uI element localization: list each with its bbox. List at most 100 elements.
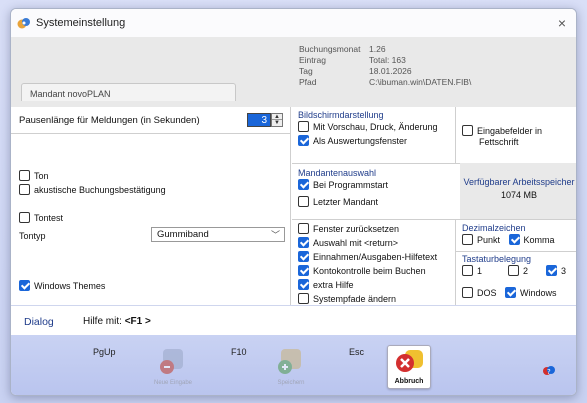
extra-hilfe-label: extra Hilfe: [313, 280, 354, 290]
tontest-label: Tontest: [34, 213, 64, 223]
windows-checkbox[interactable]: Windows: [505, 287, 557, 298]
vorschau-label: Mit Vorschau, Druck, Änderung: [313, 122, 438, 132]
komma-label: Komma: [523, 235, 555, 245]
einnahmen-checkbox[interactable]: Einnahmen/Ausgaben-Hilfetext: [298, 250, 437, 264]
ton-checkbox[interactable]: Ton: [19, 169, 49, 183]
checkbox-checked-icon[interactable]: [505, 287, 517, 298]
chevron-down-icon[interactable]: ﹀: [271, 228, 280, 241]
neue-eingabe-button[interactable]: Neue Eingabe: [151, 345, 195, 389]
auswertung-label: Als Auswertungsfenster: [313, 136, 408, 146]
checkbox-checked-icon[interactable]: [298, 237, 309, 248]
checkbox-checked-icon[interactable]: [298, 279, 309, 290]
help-icon[interactable]: ?: [542, 363, 556, 377]
dos-checkbox[interactable]: DOS: [462, 287, 497, 298]
auswertung-checkbox[interactable]: Als Auswertungsfenster: [298, 134, 438, 148]
programmstart-checkbox[interactable]: Bei Programmstart: [298, 178, 388, 192]
checkbox-icon[interactable]: [298, 196, 309, 207]
checkbox-icon[interactable]: [298, 223, 309, 234]
dezimal-group: Dezimalzeichen Punkt Komma: [462, 223, 555, 247]
tastatur-2-label: 2: [523, 266, 529, 276]
pause-stepper[interactable]: 3 ▲ ▼: [247, 113, 283, 127]
checkbox-icon[interactable]: [19, 170, 30, 181]
eintrag-label: Eintrag: [299, 55, 326, 65]
tastatur-1-label: 1: [477, 266, 483, 276]
letzter-checkbox[interactable]: Letzter Mandant: [298, 195, 388, 209]
tontyp-select[interactable]: Gummiband ﹀: [151, 227, 285, 242]
buchungsmonat-label: Buchungsmonat: [299, 44, 361, 54]
tag-value: 18.01.2026: [369, 66, 412, 76]
checkbox-checked-icon[interactable]: [508, 234, 520, 245]
tastatur-1-checkbox[interactable]: 1: [462, 264, 482, 278]
windows-themes-checkbox[interactable]: Windows Themes: [19, 279, 105, 293]
checkbox-checked-icon[interactable]: [298, 179, 309, 190]
checkbox-icon[interactable]: [462, 125, 473, 136]
info-panel: Buchungsmonat 1.26 Eintrag Total: 163 Tag 1…: [299, 44, 471, 88]
auswahl-label: Auswahl mit <return>: [313, 238, 399, 248]
hdivider-3: [456, 251, 576, 252]
status-bar: Dialog Hilfe mit: <F1 >: [11, 305, 576, 335]
dos-label: DOS: [477, 288, 497, 298]
checkbox-icon[interactable]: [298, 121, 309, 132]
right-vdivider: [455, 107, 456, 163]
bildschirm-group: Bildschirmdarstellung Mit Vorschau, Druc…: [298, 110, 438, 148]
right-panel: Bildschirmdarstellung Mit Vorschau, Druc…: [292, 107, 576, 306]
checkbox-checked-icon[interactable]: [298, 135, 309, 146]
systempfade-checkbox[interactable]: Systempfade ändern: [298, 292, 437, 306]
windows-themes-label: Windows Themes: [34, 281, 106, 291]
checkbox-icon[interactable]: [462, 265, 473, 276]
punkt-checkbox[interactable]: Punkt: [462, 234, 500, 245]
speichern-label: Speichern: [277, 380, 305, 386]
programmstart-label: Bei Programmstart: [313, 180, 389, 190]
checkbox-icon[interactable]: [508, 265, 519, 276]
checkbox-checked-icon[interactable]: [298, 251, 309, 262]
akustische-checkbox[interactable]: akustische Buchungsbestätigung: [19, 183, 166, 197]
abbruch-button[interactable]: Abbruch: [387, 345, 431, 389]
hilfe-prefix: Hilfe mit:: [83, 316, 122, 327]
speichern-button[interactable]: Speichern: [269, 345, 313, 389]
kontokontrolle-checkbox[interactable]: Kontokontrolle beim Buchen: [298, 264, 437, 278]
eintrag-value: Total: 163: [369, 55, 406, 65]
spin-buttons[interactable]: ▲ ▼: [271, 113, 283, 127]
auswahl-checkbox[interactable]: Auswahl mit <return>: [298, 236, 437, 250]
fenster-checkbox[interactable]: Fenster zurücksetzen: [298, 222, 437, 236]
speicher-value: 1074 MB: [500, 190, 538, 200]
einnahmen-label: Einnahmen/Ausgaben-Hilfetext: [313, 252, 438, 262]
pause-value[interactable]: 3: [247, 113, 271, 127]
save-icon: [278, 349, 301, 374]
checkbox-checked-icon[interactable]: [546, 265, 557, 276]
spin-down-icon[interactable]: ▼: [272, 120, 282, 126]
vorschau-checkbox[interactable]: Mit Vorschau, Druck, Änderung: [298, 120, 438, 134]
buchungsmonat-value: 1.26: [369, 44, 386, 54]
eingabe-group[interactable]: Eingabefelder in Fettschrift: [462, 124, 542, 149]
tastatur-3-checkbox[interactable]: 3: [546, 264, 566, 278]
checkbox-checked-icon[interactable]: [298, 265, 309, 276]
checkbox-icon[interactable]: [298, 293, 309, 304]
kontokontrolle-label: Kontokontrolle beim Buchen: [313, 266, 426, 276]
akustische-label: akustische Buchungsbestätigung: [34, 185, 166, 195]
ton-label: Ton: [34, 171, 49, 181]
tastatur-2-checkbox[interactable]: 2: [508, 264, 528, 278]
komma-checkbox[interactable]: Komma: [508, 234, 555, 245]
extra-hilfe-checkbox[interactable]: extra Hilfe: [298, 278, 437, 292]
checkbox-icon[interactable]: [19, 184, 30, 195]
tab-mandant[interactable]: Mandant novoPLAN: [21, 83, 236, 101]
esc-key-label: Esc: [349, 347, 365, 357]
pause-label: Pausenlänge für Meldungen (in Sekunden): [19, 115, 200, 126]
close-button[interactable]: ×: [558, 15, 566, 31]
checkbox-icon[interactable]: [462, 234, 473, 245]
title-bar: Systemeinstellung ×: [11, 9, 576, 37]
left-panel: Pausenlänge für Meldungen (in Sekunden) …: [11, 107, 291, 305]
right-vdivider-2: [455, 219, 456, 305]
checkbox-icon[interactable]: [462, 287, 473, 298]
tontest-checkbox[interactable]: Tontest: [19, 211, 63, 225]
app-icon: [17, 18, 30, 29]
pfad-value: C:\ibuman.win\DATEN.FIB\: [369, 77, 472, 87]
tastatur-3-label: 3: [561, 266, 567, 276]
hilfe-hint: Hilfe mit: <F1 >: [83, 316, 151, 327]
new-entry-icon: [160, 349, 183, 374]
tastatur-group: Tastaturbelegung 1 2 3 DOS Windows: [462, 254, 574, 300]
neue-eingabe-label: Neue Eingabe: [153, 380, 193, 386]
bottom-toolbar: PgUp Neue Eingabe F10 Speichern Esc Abbr…: [11, 335, 576, 395]
checkbox-icon[interactable]: [19, 212, 30, 223]
checkbox-checked-icon[interactable]: [19, 280, 30, 291]
